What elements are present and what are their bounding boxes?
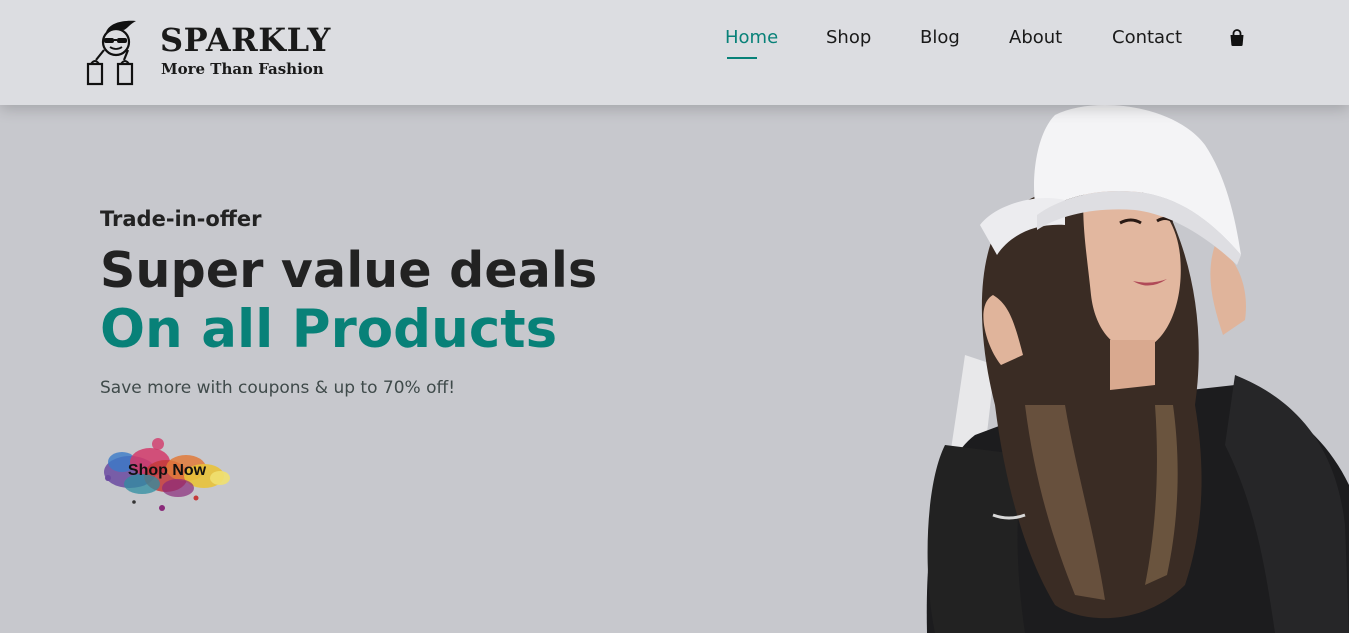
hero-note: Save more with coupons & up to 70% off! [100,378,456,398]
shopper-mascot-icon [86,20,136,86]
shop-now-button[interactable]: Shop Now [100,432,234,516]
nav-contact[interactable]: Contact [1112,26,1182,50]
hero-kicker: Trade-in-offer [100,207,262,231]
model-photo [926,105,1349,633]
shopping-bag-icon[interactable] [1228,29,1246,47]
brand-tagline: More Than Fashion [161,60,324,78]
nav-about[interactable]: About [1009,26,1062,50]
active-nav-indicator [727,57,757,59]
nav-blog[interactable]: Blog [920,26,960,50]
shop-now-label: Shop Now [127,462,207,479]
brand-name: SPARKLY [160,21,331,59]
hero-title: Super value deals [100,242,598,299]
brand-logo[interactable]: SPARKLY More Than Fashion [84,16,334,88]
site-header: SPARKLY More Than Fashion Home Shop Blog… [0,0,1349,105]
nav-shop[interactable]: Shop [826,26,871,50]
nav-home[interactable]: Home [725,26,778,50]
hero-subtitle: On all Products [100,299,558,360]
